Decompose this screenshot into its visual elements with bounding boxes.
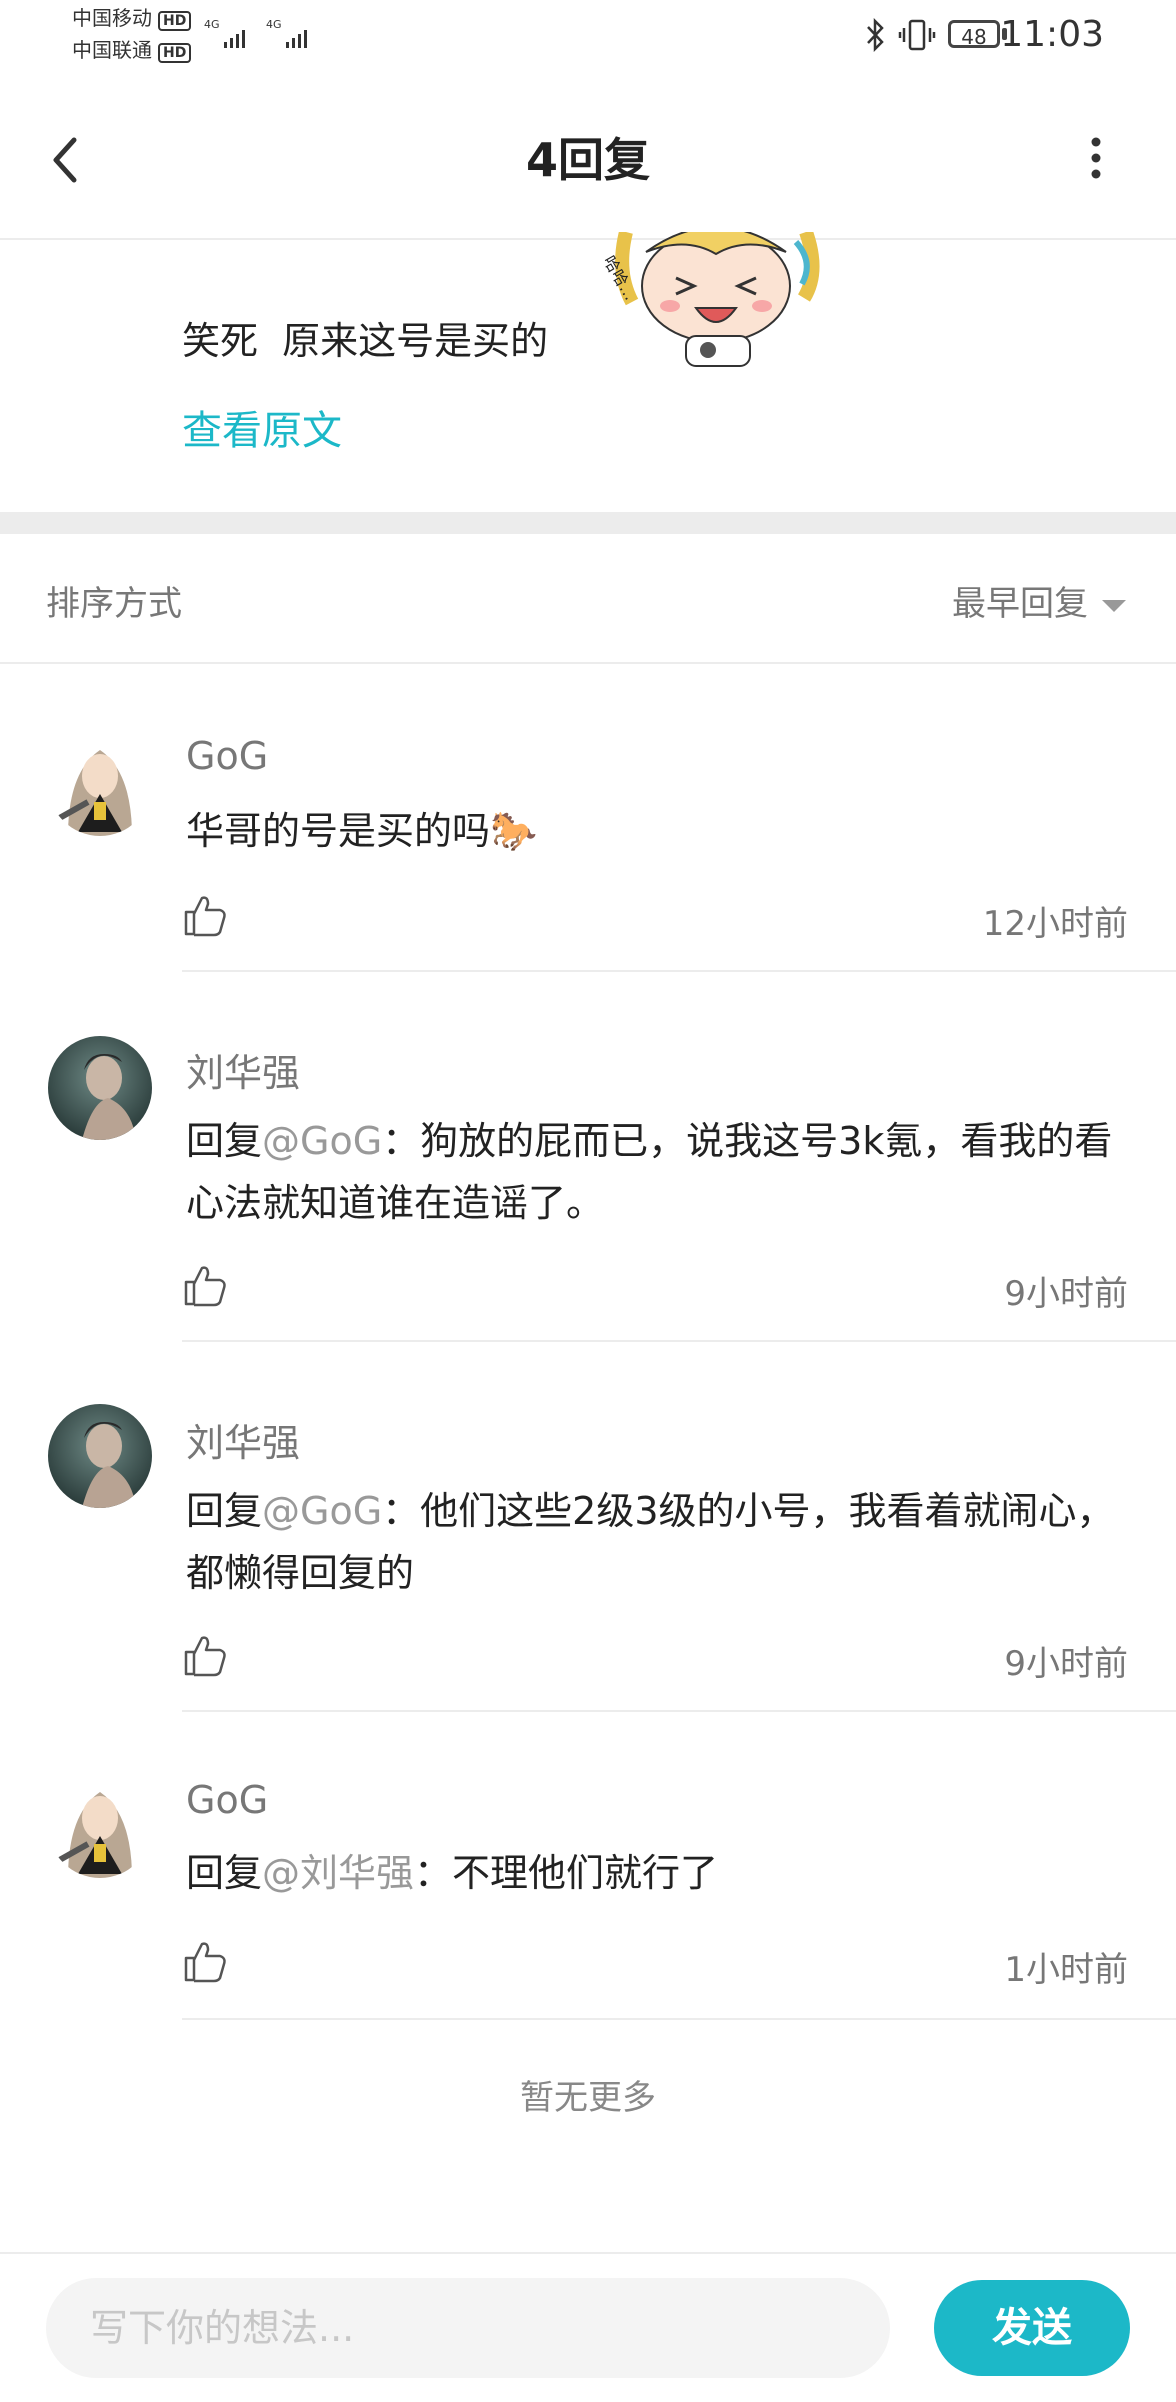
svg-text:4G: 4G xyxy=(266,18,282,31)
reply-item: GoG 华哥的号是买的吗🐎 12小时前 xyxy=(0,664,1176,972)
sort-dropdown[interactable]: 最早回复 xyxy=(952,576,1126,625)
reply-item: 刘华强 回复@GoG：他们这些2级3级的小号，我看着就闹心，都懒得回复的 9小时… xyxy=(0,1342,1176,1712)
avatar[interactable] xyxy=(48,732,152,836)
reply-item: 刘华强 回复@GoG：狗放的屁而已，说我这号3k氪，看我的看心法就知道谁在造谣了… xyxy=(0,972,1176,1342)
signal-icon: 4G 4G xyxy=(204,18,307,48)
reply-time: 12小时前 xyxy=(982,904,1128,944)
thumbs-up-icon[interactable] xyxy=(182,1262,228,1308)
carrier-2: 中国联通 HD xyxy=(72,36,192,64)
no-more-text: 暂无更多 xyxy=(520,2078,656,2118)
reply-item: GoG 回复@刘华强：不理他们就行了 1小时前 xyxy=(0,1712,1176,2022)
chevron-down-icon xyxy=(1102,599,1126,612)
sort-label: 排序方式 xyxy=(46,584,182,624)
clock: 11:03 xyxy=(1000,14,1104,55)
bluetooth-icon xyxy=(867,18,884,52)
comment-composer: 发送 xyxy=(0,2252,1176,2402)
view-original-link[interactable]: 查看原文 xyxy=(182,398,342,456)
avatar[interactable] xyxy=(48,1036,152,1140)
reply-time: 9小时前 xyxy=(1004,1644,1128,1684)
sort-value: 最早回复 xyxy=(952,584,1088,624)
mention-link[interactable]: @GoG xyxy=(262,1489,382,1533)
commenter-name[interactable]: GoG xyxy=(186,734,268,778)
commenter-name[interactable]: 刘华强 xyxy=(186,1412,300,1467)
thumbs-up-icon[interactable] xyxy=(182,1938,228,1984)
nav-bar: 4回复 xyxy=(0,80,1176,240)
horse-emoji: 🐎 xyxy=(490,809,538,853)
battery-icon: 48 xyxy=(948,20,1000,49)
reply-time: 9小时前 xyxy=(1004,1274,1128,1314)
reply-text: 回复@刘华强：不理他们就行了 xyxy=(186,1851,719,1895)
send-button[interactable]: 发送 xyxy=(934,2280,1130,2376)
reply-text: 华哥的号是买的吗🐎 xyxy=(186,809,538,853)
section-gap xyxy=(0,512,1176,534)
commenter-name[interactable]: GoG xyxy=(186,1778,268,1822)
thumbs-up-icon[interactable] xyxy=(182,1632,228,1678)
divider xyxy=(182,2018,1176,2020)
svg-text:4G: 4G xyxy=(204,18,220,31)
avatar[interactable] xyxy=(48,1404,152,1508)
vibrate-icon xyxy=(898,19,936,51)
status-bar: 中国移动 HD 中国联通 HD 4G 4G 48 11:03 xyxy=(0,0,1176,80)
original-post-text: 笑死 原来这号是买的 xyxy=(182,319,549,363)
commenter-name[interactable]: 刘华强 xyxy=(186,1042,300,1097)
more-options-icon[interactable] xyxy=(1076,128,1116,188)
comment-input[interactable] xyxy=(46,2278,890,2378)
mention-link[interactable]: @GoG xyxy=(262,1119,382,1163)
mention-link[interactable]: @刘华强 xyxy=(262,1851,414,1895)
avatar[interactable] xyxy=(48,1774,152,1878)
page-title: 4回复 xyxy=(525,133,650,187)
thumbs-up-icon[interactable] xyxy=(182,892,228,938)
reply-text: 回复@GoG：狗放的屁而已，说我这号3k氪，看我的看心法就知道谁在造谣了。 xyxy=(186,1119,1113,1225)
sticker-image: 哈哈… xyxy=(600,232,820,367)
carrier-1: 中国移动 HD xyxy=(72,4,192,32)
sticker-text: 哈哈… xyxy=(600,252,640,303)
reply-time: 1小时前 xyxy=(1004,1950,1128,1990)
reply-text: 回复@GoG：他们这些2级3级的小号，我看着就闹心，都懒得回复的 xyxy=(186,1489,1115,1595)
